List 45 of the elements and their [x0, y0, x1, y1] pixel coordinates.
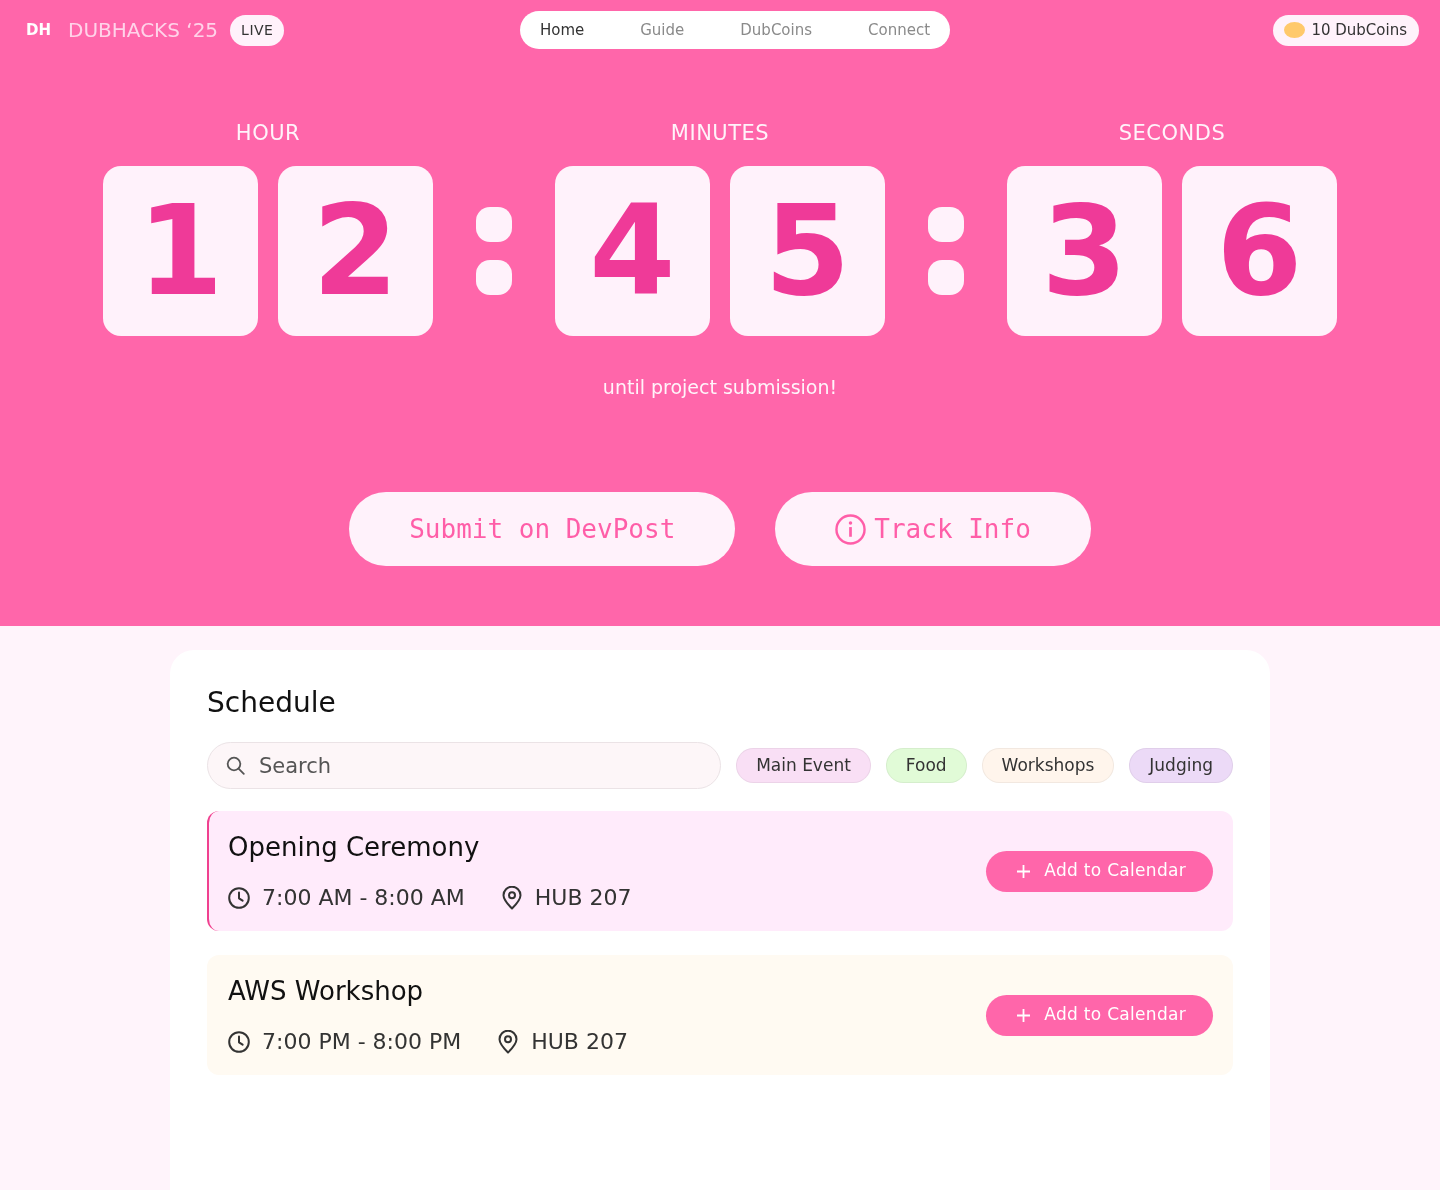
brand-title: DUBHACKS ‘25 [68, 17, 219, 44]
location-pin-icon [500, 885, 523, 910]
countdown-digit: 5 [730, 166, 885, 336]
plus-icon [1017, 1008, 1031, 1022]
countdown-label: SECONDS [1118, 121, 1226, 145]
colon-icon [928, 207, 964, 295]
countdown-label: HOUR [235, 121, 301, 145]
submit-button[interactable]: Submit on DevPost [349, 492, 736, 566]
search-icon [226, 756, 245, 775]
plus-icon [1017, 864, 1031, 878]
location-pin-icon [497, 1029, 520, 1054]
nav-link[interactable]: DubCoins [740, 18, 812, 42]
clock-icon [228, 886, 250, 909]
nav-link[interactable]: Guide [640, 18, 685, 42]
event-location: HUB 207 [533, 883, 632, 912]
colon-icon [476, 207, 512, 295]
nav-link[interactable]: Home [539, 18, 585, 42]
countdown-label: MINUTES [670, 121, 770, 145]
countdown-digit: 3 [1007, 166, 1162, 336]
filter-chip[interactable]: Food [885, 748, 967, 783]
event-time: 7:00 AM - 8:00 AM [261, 883, 465, 912]
track-info-button[interactable]: Track Info [775, 492, 1091, 566]
coin-balance-text: 10 DubCoins [1311, 19, 1407, 41]
live-badge: LIVE [230, 14, 285, 46]
logo-text: DH [26, 19, 51, 41]
add-to-calendar-button[interactable]: Add to Calendar [986, 850, 1213, 892]
event-time: 7:00 PM - 8:00 PM [261, 1027, 462, 1056]
search-field[interactable]: Search [207, 742, 722, 789]
countdown-digit: 6 [1182, 166, 1337, 336]
nav-link[interactable]: Connect [868, 18, 931, 42]
filter-chip[interactable]: Workshops [981, 748, 1115, 783]
event-title: AWS Workshop [228, 974, 424, 1007]
add-to-calendar-button[interactable]: Add to Calendar [986, 994, 1213, 1036]
event-location: HUB 207 [530, 1027, 628, 1056]
coin-icon [1284, 22, 1306, 38]
filter-chip[interactable]: Judging [1129, 748, 1233, 783]
countdown-caption: until project submission! [602, 375, 838, 399]
section-title: Schedule [207, 686, 336, 720]
clock-icon [228, 1030, 250, 1053]
event-title: Opening Ceremony [228, 830, 480, 863]
countdown-digit: 2 [278, 166, 433, 336]
filter-chip[interactable]: Main Event [736, 748, 871, 783]
info-icon [835, 513, 867, 545]
countdown-digit: 1 [103, 166, 258, 336]
countdown-digit: 4 [555, 166, 710, 336]
